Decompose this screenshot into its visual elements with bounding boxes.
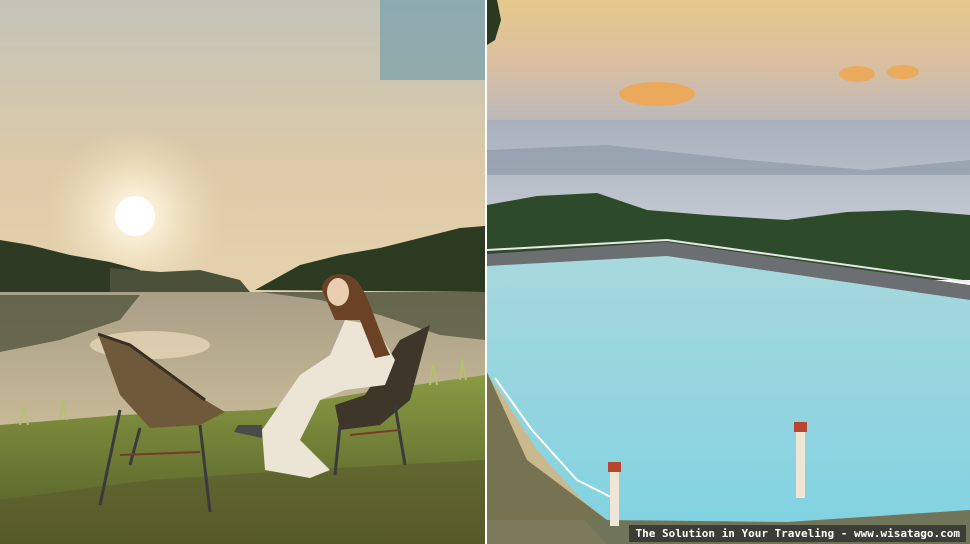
lake-sunrise-scene	[0, 0, 485, 544]
photo-collage: The Solution in Your Traveling - www.wis…	[0, 0, 970, 544]
reservoir-scene	[487, 0, 970, 544]
lake-sunrise-photo	[0, 0, 485, 544]
sunset-sky	[487, 0, 970, 130]
orange-cloud	[619, 82, 695, 106]
watermark-banner: The Solution in Your Traveling - www.wis…	[629, 525, 966, 542]
orange-cloud-small-2	[887, 65, 919, 79]
orange-cloud-small	[839, 66, 875, 82]
blue-sky-corner	[380, 0, 485, 80]
watermark-text: The Solution in Your Traveling - www.wis…	[635, 527, 960, 540]
reservoir-photo	[487, 0, 970, 544]
sun	[115, 196, 155, 236]
